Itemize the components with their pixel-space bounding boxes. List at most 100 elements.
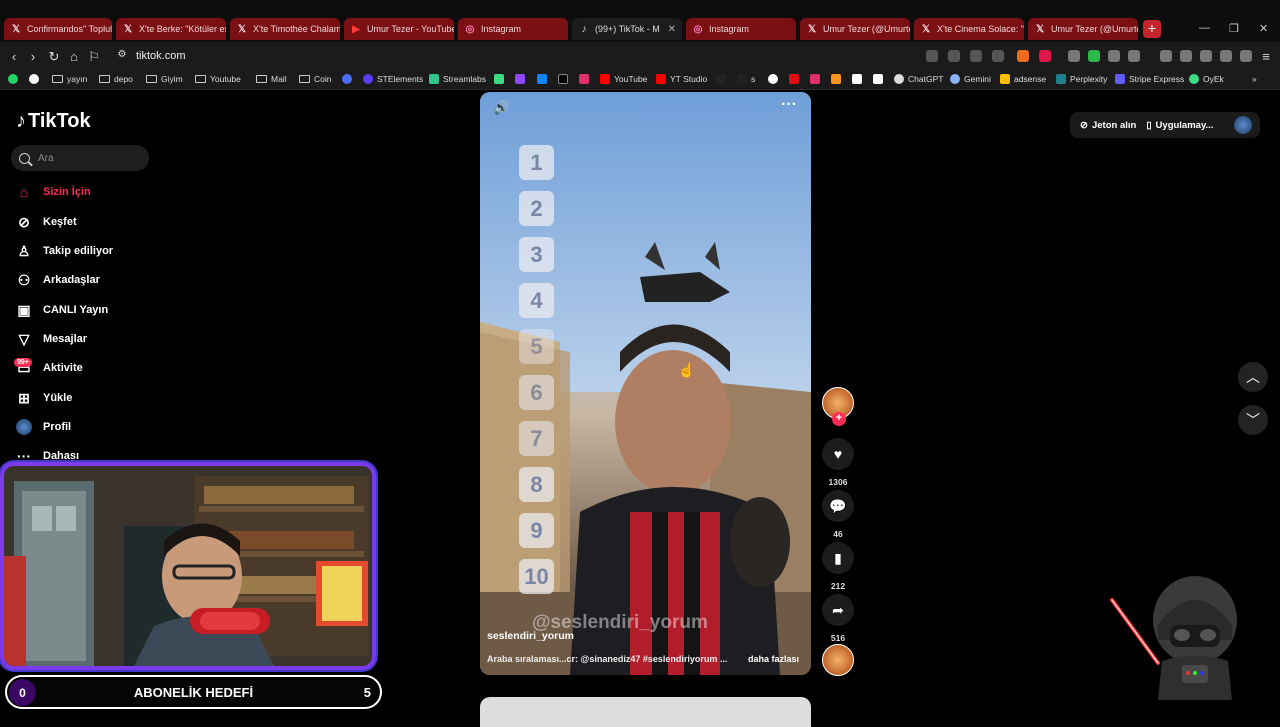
next-video-preview[interactable]: [480, 697, 811, 727]
perplexity-bookmark[interactable]: Perplexity: [1056, 74, 1107, 84]
bookmark-folder[interactable]: Mail: [256, 74, 287, 84]
volume-icon[interactable]: 🔊: [493, 100, 509, 116]
bookmark-link[interactable]: [810, 74, 824, 84]
bookmark-folder[interactable]: depo: [99, 74, 133, 84]
forward-icon[interactable]: ›: [25, 49, 41, 64]
minimize-icon[interactable]: —: [1199, 22, 1210, 34]
bookmark-link[interactable]: [342, 74, 356, 84]
nav-live[interactable]: ▣ CANLI Yayın: [16, 299, 108, 321]
share-action[interactable]: ➦ 516: [822, 594, 854, 643]
bookmark-folder[interactable]: yayın: [52, 74, 87, 84]
nav-friends[interactable]: ⚇ Arkadaşlar: [16, 269, 100, 291]
video-author[interactable]: seslendiri_yorum: [487, 630, 574, 642]
extension-icon[interactable]: [1068, 50, 1080, 62]
share-icon[interactable]: [992, 50, 1004, 62]
bookmark-save-icon[interactable]: ▮: [822, 542, 854, 574]
browser-tab[interactable]: ◎ Instagram: [458, 18, 568, 40]
get-app-button[interactable]: ▯ Uygulamay...: [1146, 120, 1213, 131]
nav-upload[interactable]: ⊞ Yükle: [16, 387, 72, 409]
gemini-bookmark[interactable]: Gemini: [950, 74, 991, 84]
tiktok-logo[interactable]: ♪ TikTok: [16, 110, 91, 133]
browser-tab[interactable]: 𝕏 Confirmandos" Toplulu: [4, 18, 112, 40]
google-bookmark[interactable]: [29, 74, 43, 84]
search-box[interactable]: [11, 145, 149, 171]
new-tab-button[interactable]: +: [1143, 20, 1161, 38]
extension-icon[interactable]: [1108, 50, 1120, 62]
close-window-icon[interactable]: ✕: [1259, 22, 1268, 35]
tiktok-bookmark[interactable]: s: [737, 74, 755, 84]
bookmark-link[interactable]: STElements: [363, 74, 423, 84]
bookmark-link[interactable]: Streamlabs: [429, 74, 486, 84]
bookmark-link[interactable]: [831, 74, 845, 84]
sound-disc-avatar[interactable]: [822, 644, 854, 676]
bookmark-link[interactable]: OyEk: [1189, 74, 1224, 84]
reload-icon[interactable]: ↻: [46, 49, 62, 65]
tiktok-bookmark[interactable]: [716, 74, 730, 84]
bookmark-link[interactable]: [852, 74, 866, 84]
chatgpt-bookmark[interactable]: ChatGPT: [894, 74, 943, 84]
translate-icon[interactable]: [970, 50, 982, 62]
whatsapp-bookmark[interactable]: [8, 74, 22, 84]
follow-plus-icon[interactable]: +: [832, 412, 846, 426]
site-info-icon[interactable]: ⚙: [114, 49, 130, 60]
browser-tab[interactable]: 𝕏 Umur Tezer (@Umurte: [1028, 18, 1138, 40]
vpn-icon[interactable]: [1240, 50, 1252, 62]
youtube-bookmark[interactable]: YouTube: [600, 74, 647, 84]
extension-icon[interactable]: [926, 50, 938, 62]
extension-icon[interactable]: [1128, 50, 1140, 62]
browser-tab[interactable]: 𝕏 X'te Timothée Chalam: [230, 18, 340, 40]
browser-tab-active[interactable]: ♪ (99+) TikTok - M ✕: [572, 18, 682, 40]
bookmark-folder[interactable]: Giyim: [146, 74, 183, 84]
x-bookmark[interactable]: [558, 74, 572, 84]
media-icon[interactable]: [1160, 50, 1172, 62]
previous-video-button[interactable]: ︿: [1238, 362, 1268, 392]
back-icon[interactable]: ‹: [6, 49, 22, 64]
browser-tab[interactable]: 𝕏 Umur Tezer (@Umurte: [800, 18, 910, 40]
yt-studio-bookmark[interactable]: YT Studio: [656, 74, 707, 84]
like-action[interactable]: ♥ 1306: [822, 438, 854, 487]
bookmark-link[interactable]: [515, 74, 529, 84]
adsense-bookmark[interactable]: adsense: [1000, 74, 1046, 84]
next-video-button[interactable]: ﹀: [1238, 405, 1268, 435]
browser-tab[interactable]: 𝕏 X'te Berke: "Kötüler esi: [116, 18, 226, 40]
nav-profile[interactable]: Profil: [16, 416, 71, 438]
maximize-icon[interactable]: ❐: [1229, 22, 1239, 35]
heart-icon[interactable]: ♥: [822, 438, 854, 470]
search-input[interactable]: [38, 152, 138, 164]
rewards-icon[interactable]: [1039, 50, 1051, 62]
save-action[interactable]: ▮ 212: [822, 542, 854, 591]
bookmark-link[interactable]: [494, 74, 508, 84]
share-arrow-icon[interactable]: ➦: [822, 594, 854, 626]
brave-shield-icon[interactable]: [1017, 50, 1029, 62]
get-coins-button[interactable]: ⊘ Jeton alın: [1080, 120, 1136, 131]
comment-action[interactable]: 💬 46: [822, 490, 854, 539]
comment-icon[interactable]: 💬: [822, 490, 854, 522]
instagram-bookmark[interactable]: [579, 74, 593, 84]
bookmark-folder[interactable]: Youtube: [195, 74, 241, 84]
wallet-icon[interactable]: [1200, 50, 1212, 62]
extension-icon[interactable]: [1088, 50, 1100, 62]
browser-tab[interactable]: ▶ Umur Tezer - YouTube: [344, 18, 454, 40]
leo-icon[interactable]: [1220, 50, 1232, 62]
url-field[interactable]: tiktok.com: [136, 50, 186, 62]
close-tab-icon[interactable]: ✕: [664, 24, 676, 35]
video-player[interactable]: 🔊 ··· 1 2 3 4 5 6 7 8 9 10 @seslendiri_y…: [480, 92, 811, 675]
nav-for-you[interactable]: ⌂ Sizin İçin: [16, 181, 91, 203]
bookmark-icon[interactable]: ⚐: [86, 49, 102, 65]
nav-following[interactable]: ♙ Takip ediliyor: [16, 240, 113, 262]
bookmark-link[interactable]: [537, 74, 551, 84]
browser-tab[interactable]: ◎ Instagram: [686, 18, 796, 40]
user-avatar[interactable]: [1234, 116, 1252, 134]
stripe-bookmark[interactable]: Stripe Express: [1115, 74, 1184, 84]
nav-messages[interactable]: ▽ Mesajlar: [16, 328, 87, 350]
extension-icon[interactable]: [948, 50, 960, 62]
more-link[interactable]: daha fazlası: [748, 654, 799, 664]
bookmark-link[interactable]: [873, 74, 887, 84]
bookmark-folder[interactable]: Coin: [299, 74, 331, 84]
sidebar-icon[interactable]: [1180, 50, 1192, 62]
browser-tab[interactable]: 𝕏 X'te Cinema Solace: "N: [914, 18, 1024, 40]
bookmark-link[interactable]: [768, 74, 782, 84]
home-browser-icon[interactable]: ⌂: [66, 49, 82, 64]
more-bookmarks-icon[interactable]: »: [1252, 74, 1257, 84]
more-options-icon[interactable]: ···: [781, 96, 797, 114]
